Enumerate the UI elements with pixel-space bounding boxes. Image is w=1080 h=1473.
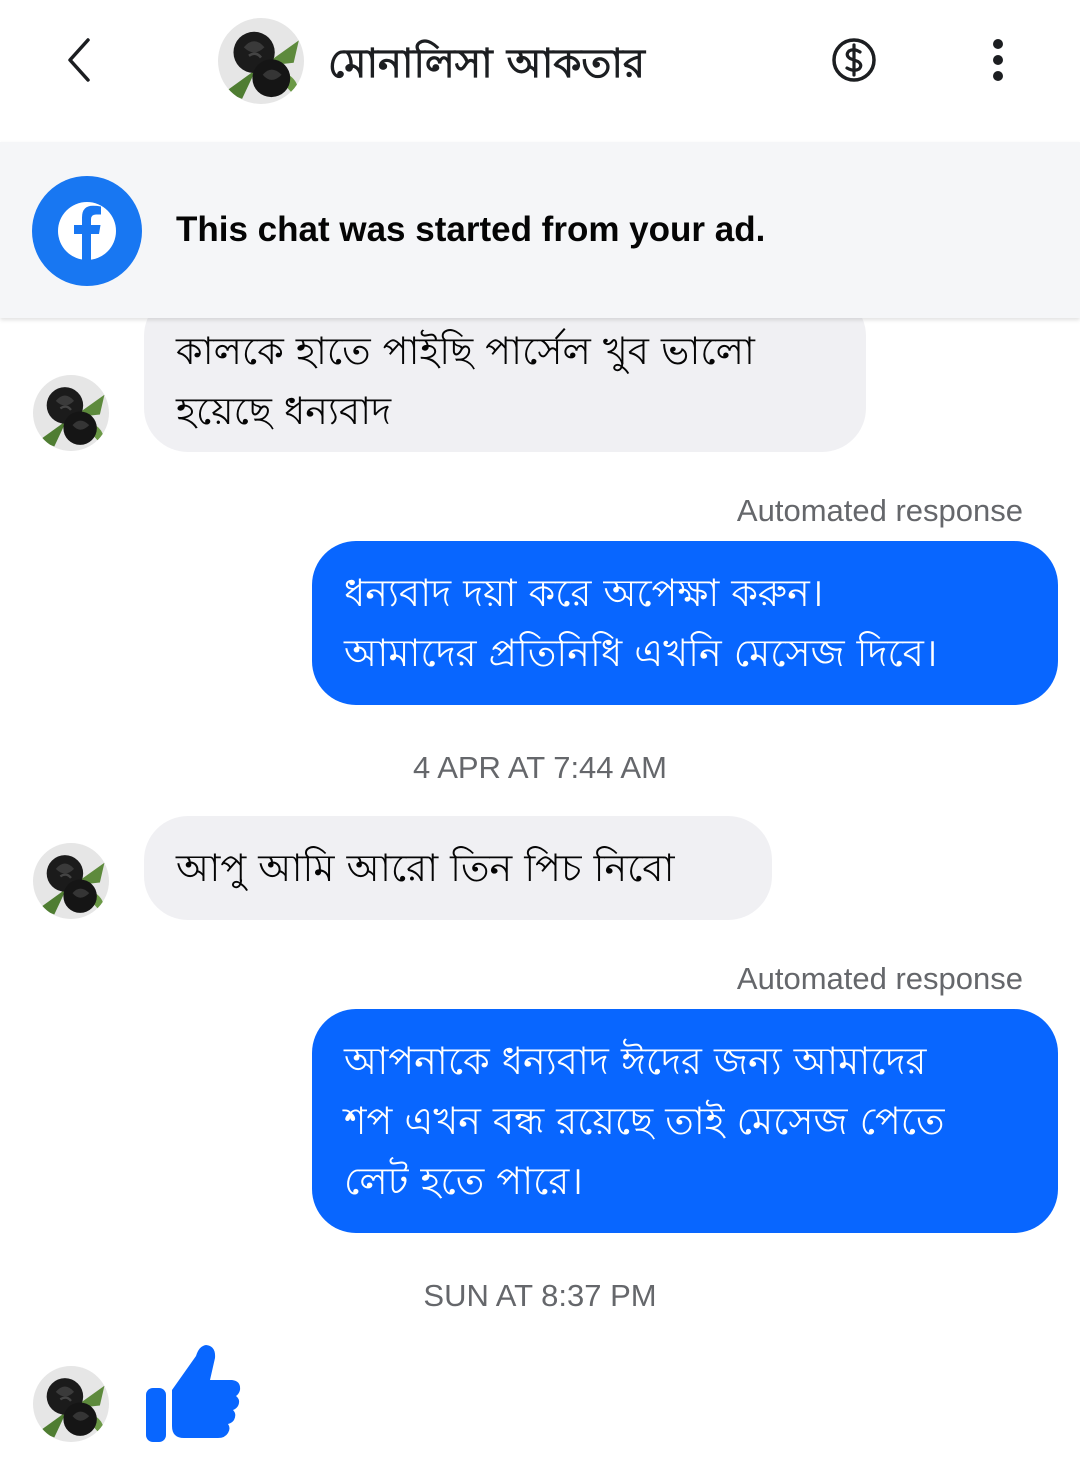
message-line: আপনাকে ধন্যবাদ ঈদের জন্য আমাদের xyxy=(344,1039,927,1083)
like-message[interactable] xyxy=(142,1342,242,1444)
automated-response-label: Automated response xyxy=(736,493,1023,528)
sender-avatar[interactable] xyxy=(33,1366,109,1442)
timestamp: SUN AT 8:37 PM xyxy=(423,1278,657,1313)
chat-header: মোনালিসা আকতার xyxy=(0,0,1080,142)
message-line: শপ এখন বন্ধ রয়েছে তাই মেসেজ পেতে xyxy=(344,1099,945,1143)
chevron-left-icon xyxy=(68,38,90,82)
sender-avatar[interactable] xyxy=(33,375,109,451)
message-line: আমাদের প্রতিনিধি এখনি মেসেজ দিবে। xyxy=(344,631,938,675)
automated-response-label: Automated response xyxy=(736,961,1023,996)
message-bubble-outgoing[interactable]: আপনাকে ধন্যবাদ ঈদের জন্য আমাদের শপ এখন ব… xyxy=(312,1009,1058,1233)
payment-button[interactable] xyxy=(830,36,878,84)
message-bubble-outgoing[interactable]: ধন্যবাদ দয়া করে অপেক্ষা করুন। আমাদের প্… xyxy=(312,541,1058,705)
message-line: হয়েছে ধন্যবাদ xyxy=(176,389,392,433)
sender-avatar[interactable] xyxy=(33,843,109,919)
contact-name[interactable]: মোনালিসা আকতার xyxy=(328,32,645,99)
message-line: লেট হতে পারে। xyxy=(344,1159,583,1203)
thumbs-up-icon xyxy=(146,1345,241,1442)
banner-text: This chat was started from your ad. xyxy=(176,210,766,249)
message-line: আপু আমি আরো তিন পিচ নিবো xyxy=(176,846,675,890)
message-line: কালকে হাতে পাইছি পার্সেল খুব ভালো xyxy=(176,329,755,373)
message-line: ধন্যবাদ দয়া করে অপেক্ষা করুন। xyxy=(344,571,824,615)
more-options-button[interactable] xyxy=(984,36,1012,84)
facebook-icon xyxy=(32,176,142,286)
ad-origin-banner: This chat was started from your ad. xyxy=(0,142,1080,318)
message-bubble-incoming[interactable]: আপু আমি আরো তিন পিচ নিবো xyxy=(144,816,772,920)
back-button[interactable] xyxy=(58,32,102,88)
timestamp: 4 APR AT 7:44 AM xyxy=(413,750,667,785)
contact-avatar[interactable] xyxy=(218,18,304,104)
more-vertical-icon xyxy=(993,39,1003,81)
dollar-circle-icon xyxy=(832,38,876,82)
